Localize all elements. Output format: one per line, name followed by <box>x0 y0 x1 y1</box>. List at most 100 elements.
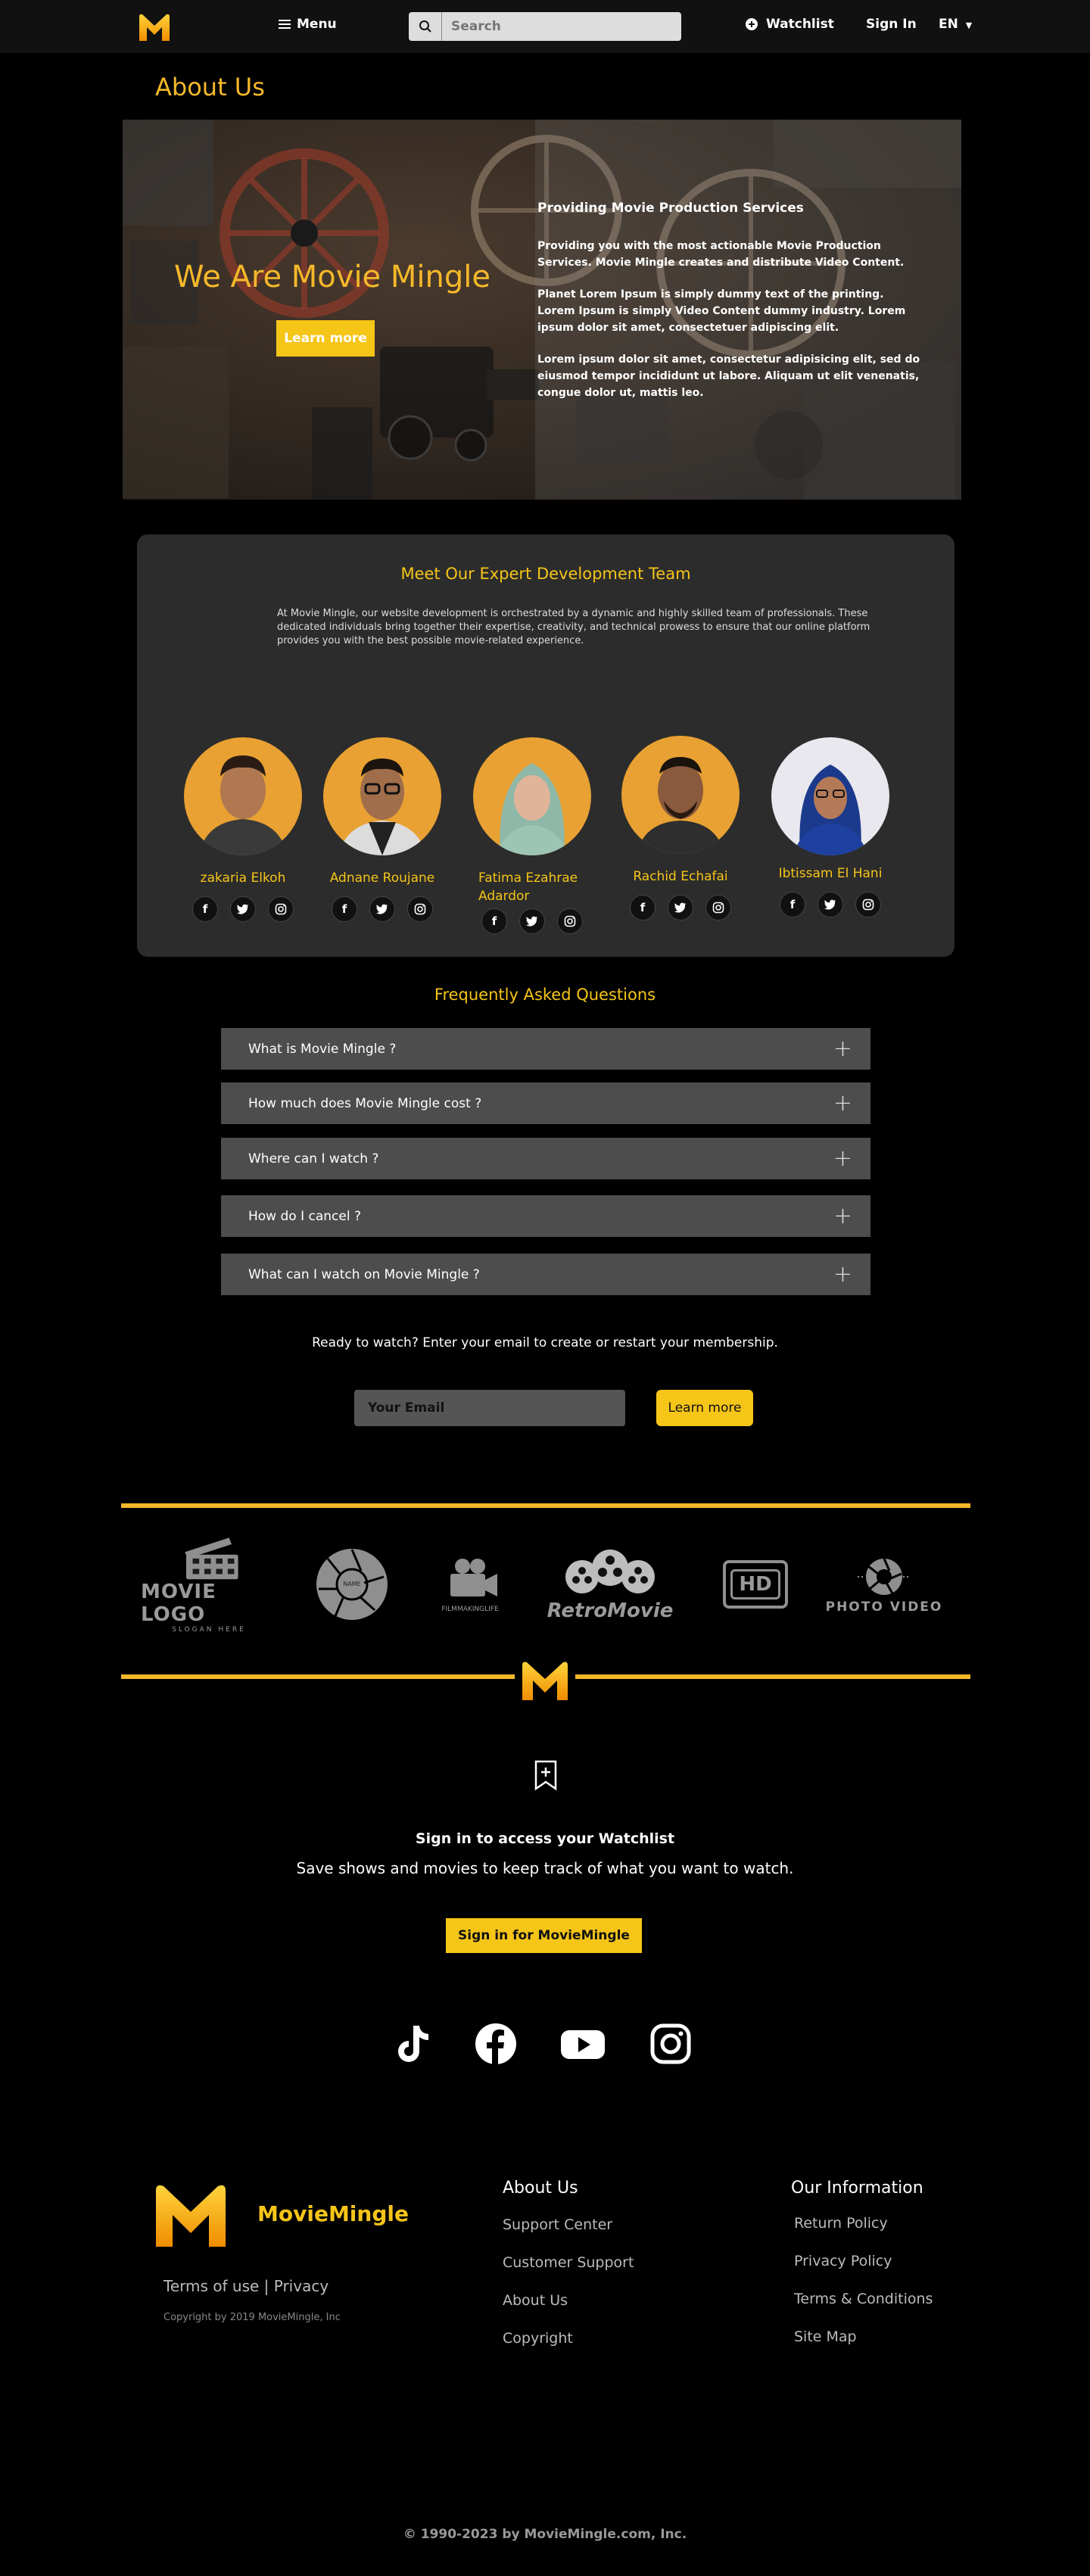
faq-item[interactable]: What can I watch on Movie Mingle ? + <box>221 1254 870 1295</box>
logo-icon <box>522 1662 568 1700</box>
instagram-icon[interactable] <box>268 896 294 922</box>
facebook-icon[interactable]: f <box>630 895 656 920</box>
hamburger-icon <box>279 20 291 29</box>
twitter-icon[interactable] <box>818 892 843 917</box>
signin-link[interactable]: Sign In <box>866 17 917 32</box>
footer-link-copyright[interactable]: Copyright <box>503 2330 573 2347</box>
instagram-icon[interactable] <box>855 892 881 917</box>
member-socials: f <box>766 892 895 917</box>
plus-icon[interactable]: + <box>833 1261 852 1288</box>
chevron-down-icon: ▼ <box>965 20 973 30</box>
brand-retro-text: RetroMovie <box>547 1599 674 1622</box>
search-input[interactable] <box>442 19 669 34</box>
faq-item[interactable]: How much does Movie Mingle cost ? + <box>221 1082 870 1124</box>
member-name: Ibtissam El Hani <box>778 866 883 881</box>
instagram-icon[interactable] <box>407 896 433 922</box>
hero-heading: We Are Movie Mingle <box>174 260 490 294</box>
facebook-icon[interactable]: f <box>192 896 218 922</box>
hero-learn-more-button[interactable]: Learn more <box>276 320 375 357</box>
faq-item[interactable]: How do I cancel ? + <box>221 1195 870 1237</box>
team-member-card: Fatima Ezahrae Adardor f <box>468 737 596 934</box>
hero-paragraph-1: Providing you with the most actionable M… <box>537 240 905 269</box>
shutter-icon <box>858 1558 911 1595</box>
about-hero: We Are Movie Mingle Learn more Providing… <box>123 120 961 500</box>
avatar <box>771 737 889 855</box>
twitter-icon[interactable] <box>519 908 545 934</box>
menu-button[interactable]: Menu <box>279 17 337 32</box>
search-icon[interactable] <box>409 12 442 41</box>
terms-privacy-link[interactable]: Terms of use | Privacy <box>164 2277 329 2295</box>
facebook-icon[interactable]: f <box>780 892 805 917</box>
plus-icon[interactable]: + <box>833 1203 852 1229</box>
watchlist-label: Watchlist <box>766 17 834 32</box>
avatar <box>621 736 740 854</box>
footer-link-terms[interactable]: Terms & Conditions <box>794 2291 933 2307</box>
signup-learn-more-button[interactable]: Learn more <box>656 1390 753 1426</box>
footer-link-customer-support[interactable]: Customer Support <box>503 2254 634 2271</box>
footer-link-privacy-policy[interactable]: Privacy Policy <box>794 2253 892 2269</box>
brand-name-badge: NAME <box>343 1581 361 1587</box>
twitter-icon[interactable] <box>668 895 693 920</box>
hero-paragraph-2: Planet Lorem Ipsum is simply dummy text … <box>537 288 906 334</box>
faq-question: How do I cancel ? <box>248 1208 361 1224</box>
footer-col1-title: About Us <box>503 2179 578 2198</box>
logo-icon[interactable] <box>138 12 171 42</box>
hd-icon: HD <box>723 1560 788 1609</box>
video-camera-icon <box>450 1559 497 1596</box>
team-member-card: Rachid Echafai f <box>616 736 745 920</box>
faq-item[interactable]: Where can I watch ? + <box>221 1138 870 1179</box>
member-name: Rachid Echafai <box>633 869 728 884</box>
member-socials: f <box>616 895 745 920</box>
faq-question: What is Movie Mingle ? <box>248 1041 397 1057</box>
watchlist-heading: Sign in to access your Watchlist <box>415 1830 675 1847</box>
menu-label: Menu <box>297 17 337 32</box>
plus-icon[interactable]: + <box>833 1090 852 1117</box>
search-bar[interactable] <box>409 12 681 41</box>
twitter-icon[interactable] <box>230 896 256 922</box>
divider-right <box>575 1674 970 1679</box>
faq-question: What can I watch on Movie Mingle ? <box>248 1266 480 1282</box>
member-name: Fatima Ezahrae Adardor <box>478 871 578 904</box>
youtube-icon[interactable] <box>560 2021 606 2067</box>
brand-photo-video-text: PHOTO VIDEO <box>825 1599 943 1615</box>
hero-text: Providing Movie Production Services Prov… <box>537 200 923 416</box>
instagram-icon[interactable] <box>648 2021 693 2067</box>
footer-link-support-center[interactable]: Support Center <box>503 2216 612 2233</box>
brand-hd-text: HD <box>730 1569 780 1599</box>
watchlist-signin-button[interactable]: Sign in for MovieMingle <box>446 1918 642 1953</box>
film-clapper-icon <box>185 1537 238 1580</box>
brand-filmmaking: FILMMAKINGLIFE <box>428 1535 512 1634</box>
language-label: EN <box>939 17 958 32</box>
footer-bottom-copyright: © 1990-2023 by MovieMingle.com, Inc. <box>403 2527 687 2542</box>
facebook-icon[interactable]: f <box>332 896 357 922</box>
brand-retro-movie: RetroMovie <box>547 1535 674 1634</box>
hero-text-title: Providing Movie Production Services <box>537 201 804 216</box>
watchlist-button[interactable]: Watchlist <box>745 17 834 32</box>
footer-link-about-us[interactable]: About Us <box>503 2292 568 2309</box>
watchlist-plus-icon <box>746 18 758 30</box>
plus-icon[interactable]: + <box>833 1145 852 1172</box>
faq-item[interactable]: What is Movie Mingle ? + <box>221 1028 870 1070</box>
brand-movie-logo-text: MOVIE LOGO <box>141 1581 216 1626</box>
brand-photo-video: PHOTO VIDEO <box>824 1535 945 1634</box>
avatar <box>184 737 302 855</box>
divider-left <box>121 1674 515 1679</box>
divider-top <box>121 1503 970 1508</box>
brand-hd: HD <box>718 1535 793 1634</box>
language-select[interactable]: EN ▼ <box>939 17 972 32</box>
instagram-icon[interactable] <box>705 895 731 920</box>
avatar <box>323 737 441 855</box>
facebook-icon[interactable] <box>473 2021 519 2067</box>
footer-link-site-map[interactable]: Site Map <box>794 2328 857 2345</box>
facebook-icon[interactable]: f <box>481 908 507 934</box>
email-field[interactable] <box>354 1390 625 1426</box>
twitter-icon[interactable] <box>369 896 395 922</box>
footer-link-return-policy[interactable]: Return Policy <box>794 2215 888 2232</box>
plus-icon[interactable]: + <box>833 1036 852 1062</box>
tiktok-icon[interactable] <box>389 2021 434 2067</box>
team-member-card: Adnane Roujane f <box>318 737 447 922</box>
hero-paragraph-3: Lorem ipsum dolor sit amet, consectetur … <box>537 354 920 399</box>
team-title: Meet Our Expert Development Team <box>400 565 691 583</box>
instagram-icon[interactable] <box>557 908 583 934</box>
member-socials: f <box>468 908 596 934</box>
